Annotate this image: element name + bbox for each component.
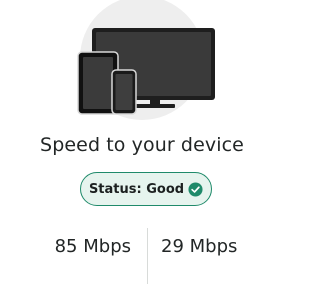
status-label: Status: Good bbox=[88, 181, 185, 197]
status-badge: Status: Good bbox=[80, 172, 212, 206]
upload-speed: 29 Mbps bbox=[161, 236, 238, 257]
devices-icon bbox=[77, 0, 215, 120]
speed-readouts: 85 Mbps 29 Mbps bbox=[0, 228, 284, 284]
download-speed: 85 Mbps bbox=[54, 236, 131, 257]
device-illustration bbox=[0, 0, 284, 120]
divider bbox=[147, 228, 148, 284]
page-title: Speed to your device bbox=[40, 134, 244, 156]
check-circle-icon bbox=[188, 181, 203, 197]
